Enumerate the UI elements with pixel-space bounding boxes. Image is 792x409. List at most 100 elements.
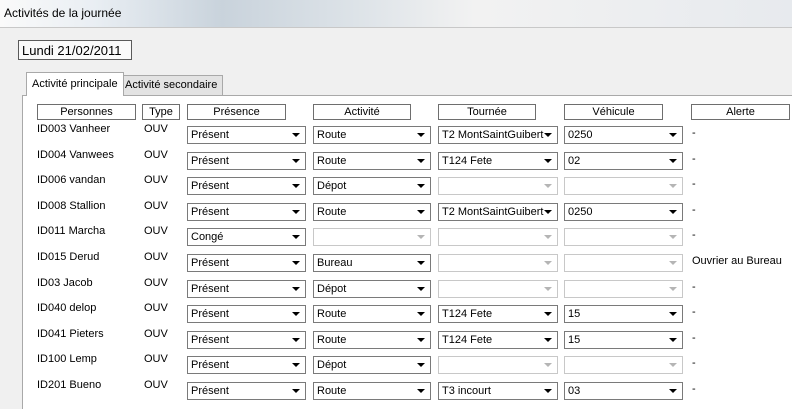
tournee-dropdown[interactable] [438,177,558,195]
activite-dropdown[interactable]: Dépot [313,177,431,195]
activite-dropdown[interactable]: Route [313,382,431,400]
presence-dropdown[interactable]: Présent [187,152,306,170]
vehicule-dropdown[interactable] [564,228,683,246]
column-header-alerte[interactable]: Alerte [691,104,790,120]
chevron-down-icon [417,261,425,265]
person-name: ID03 Jacob [37,277,93,289]
person-type: OUV [144,328,168,340]
tournee-dropdown[interactable]: T124 Fete [438,331,558,349]
chevron-down-icon [292,338,300,342]
presence-dropdown[interactable]: Congé [187,228,306,246]
tournee-dropdown[interactable] [438,254,558,272]
vehicule-dropdown[interactable]: 0250 [564,203,683,221]
vehicule-dropdown[interactable] [564,356,683,374]
chevron-down-icon [669,287,677,291]
activite-value: Route [317,308,347,320]
presence-dropdown[interactable]: Présent [187,203,306,221]
vehicule-value: 03 [568,385,581,397]
activite-dropdown[interactable]: Route [313,126,431,144]
activite-dropdown[interactable]: Bureau [313,254,431,272]
activite-value: Bureau [317,257,353,269]
alert-text: - [692,281,696,293]
tournee-dropdown[interactable] [438,228,558,246]
chevron-down-icon [544,389,552,393]
vehicule-dropdown[interactable]: 15 [564,331,683,349]
alert-text: - [692,383,696,395]
vehicule-value: 15 [568,308,581,320]
person-name: ID006 vandan [37,174,106,186]
tournee-dropdown[interactable]: T3 incourt [438,382,558,400]
person-type: OUV [144,379,168,391]
person-type: OUV [144,200,168,212]
column-header-vehicule[interactable]: Véhicule [564,104,663,120]
person-type: OUV [144,277,168,289]
date-display: Lundi 21/02/2011 [18,40,132,60]
chevron-down-icon [669,235,677,239]
chevron-down-icon [669,210,677,214]
tournee-dropdown[interactable] [438,356,558,374]
alert-text: - [692,306,696,318]
tournee-value: T3 incourt [442,385,491,397]
column-header-type[interactable]: Type [142,104,180,120]
person-type: OUV [144,123,168,135]
vehicule-dropdown[interactable] [564,254,683,272]
chevron-down-icon [292,261,300,265]
chevron-down-icon [292,133,300,137]
vehicule-dropdown[interactable]: 02 [564,152,683,170]
presence-dropdown[interactable]: Présent [187,254,306,272]
chevron-down-icon [292,159,300,163]
chevron-down-icon [544,235,552,239]
tab-activite-secondaire[interactable]: Activité secondaire [119,75,224,95]
person-name: ID041 Pieters [37,328,104,340]
person-name: ID201 Bueno [37,379,102,391]
alert-text: - [692,229,696,241]
chevron-down-icon [669,261,677,265]
vehicule-dropdown[interactable] [564,177,683,195]
tab-activite-principale[interactable]: Activité principale [26,72,124,96]
chevron-down-icon [292,184,300,188]
column-header-presence[interactable]: Présence [187,104,286,120]
presence-dropdown[interactable]: Présent [187,280,306,298]
vehicule-dropdown[interactable] [564,280,683,298]
column-header-tournee[interactable]: Tournée [438,104,536,120]
vehicule-dropdown[interactable]: 15 [564,305,683,323]
chevron-down-icon [292,389,300,393]
tournee-dropdown[interactable]: T124 Fete [438,152,558,170]
tournee-dropdown[interactable] [438,280,558,298]
tournee-dropdown[interactable]: T124 Fete [438,305,558,323]
chevron-down-icon [292,312,300,316]
activite-dropdown[interactable] [313,228,431,246]
activite-dropdown[interactable]: Dépot [313,356,431,374]
tournee-dropdown[interactable]: T2 MontSaintGuibert [438,203,558,221]
activite-dropdown[interactable]: Dépot [313,280,431,298]
presence-dropdown[interactable]: Présent [187,331,306,349]
presence-value: Présent [191,257,229,269]
presence-dropdown[interactable]: Présent [187,382,306,400]
vehicule-value: 02 [568,155,581,167]
chevron-down-icon [544,312,552,316]
presence-dropdown[interactable]: Présent [187,126,306,144]
chevron-down-icon [544,210,552,214]
chevron-down-icon [292,287,300,291]
presence-dropdown[interactable]: Présent [187,305,306,323]
activite-dropdown[interactable]: Route [313,203,431,221]
activite-dropdown[interactable]: Route [313,305,431,323]
column-header-personnes[interactable]: Personnes [37,104,136,120]
person-name: ID040 delop [37,302,97,314]
column-header-activite[interactable]: Activité [313,104,411,120]
activite-value: Route [317,385,347,397]
tournee-value: T2 MontSaintGuibert [442,206,544,218]
person-name: ID003 Vanheer [37,123,111,135]
activite-dropdown[interactable]: Route [313,331,431,349]
alert-text: - [692,178,696,190]
presence-dropdown[interactable]: Présent [187,356,306,374]
presence-dropdown[interactable]: Présent [187,177,306,195]
vehicule-dropdown[interactable]: 03 [564,382,683,400]
person-type: OUV [144,149,168,161]
vehicule-dropdown[interactable]: 0250 [564,126,683,144]
activite-value: Route [317,155,347,167]
chevron-down-icon [669,389,677,393]
tournee-dropdown[interactable]: T2 MontSaintGuibert [438,126,558,144]
activite-dropdown[interactable]: Route [313,152,431,170]
chevron-down-icon [669,338,677,342]
